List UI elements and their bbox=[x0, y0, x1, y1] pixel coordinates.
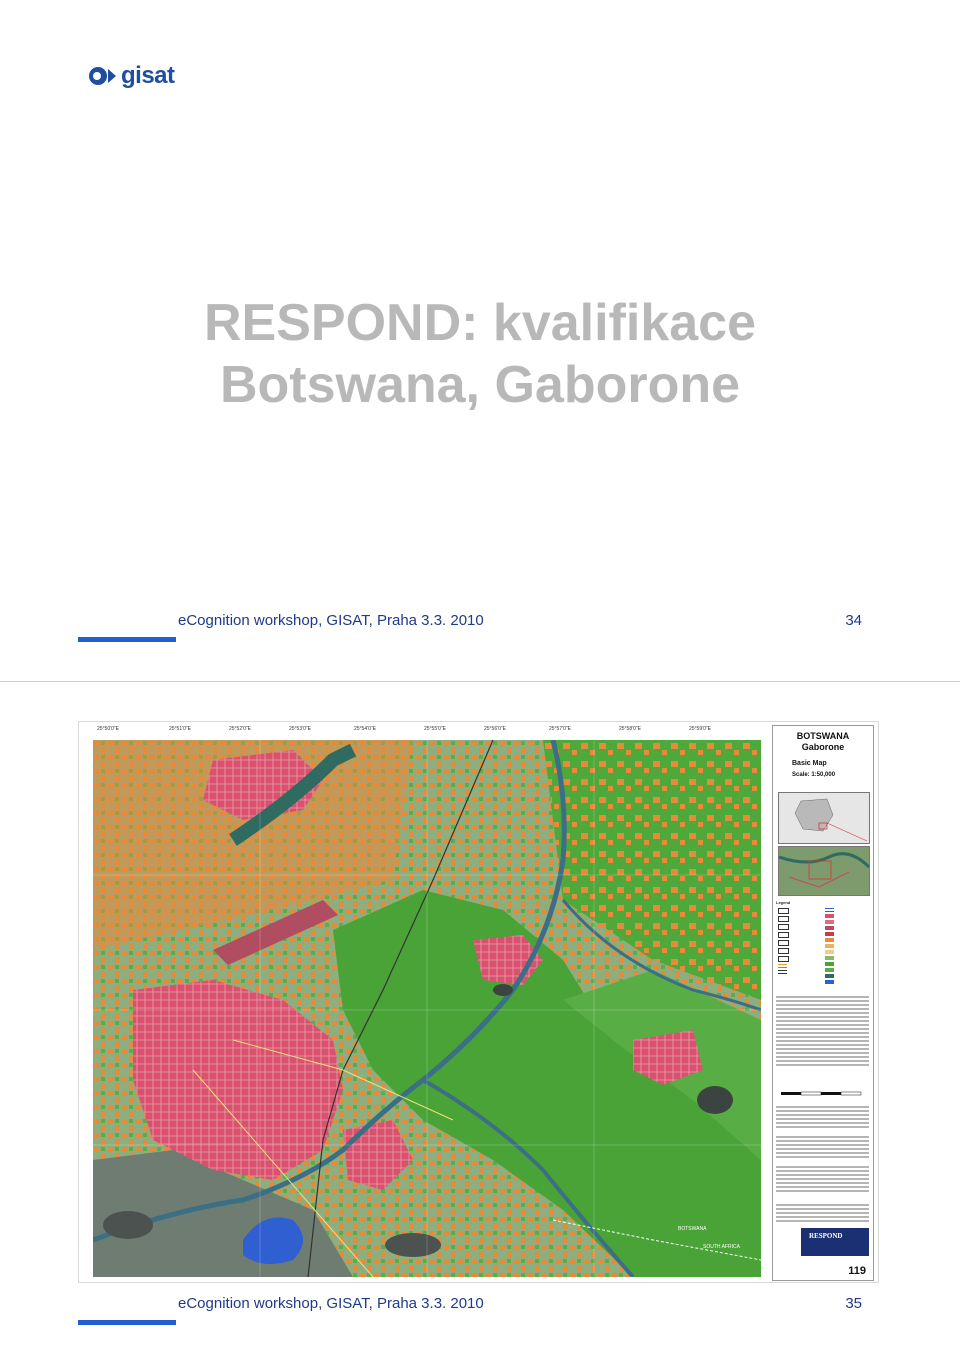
page-number: 35 bbox=[845, 1295, 862, 1312]
page-separator bbox=[0, 681, 960, 682]
map-legend-panel: BOTSWANA Gaborone Basic Map Scale: 1:50,… bbox=[772, 725, 874, 1281]
slide-title-line-2: Botswana, Gaborone bbox=[219, 356, 741, 414]
slide-34: gisat RESPOND: kvalifikace Botswana, Gab… bbox=[0, 0, 960, 681]
label-south-africa: SOUTH AFRICA bbox=[703, 1244, 741, 1250]
gisat-logo-icon bbox=[89, 67, 116, 85]
overview-map-inset bbox=[778, 846, 870, 896]
slide-35: 25°50'0"E 25°51'0"E 25°52'0"E 25°53'0"E … bbox=[0, 683, 960, 1367]
projection-info-block bbox=[776, 1106, 869, 1130]
label-botswana: BOTSWANA bbox=[678, 1226, 707, 1232]
disclaimer-block bbox=[776, 1204, 869, 1224]
interpretation-text-block bbox=[776, 996, 869, 1068]
locator-map-inset bbox=[778, 792, 870, 844]
legend-symbols-left bbox=[778, 908, 789, 974]
legend-city: Gaborone bbox=[801, 742, 845, 752]
legend-map-type: Basic Map bbox=[792, 760, 827, 767]
slide-title-line-1: RESPOND: kvalifikace bbox=[203, 294, 757, 352]
legend-country: BOTSWANA bbox=[796, 731, 850, 741]
footer-rule bbox=[78, 1320, 176, 1325]
map-figure: 25°50'0"E 25°51'0"E 25°52'0"E 25°53'0"E … bbox=[78, 721, 879, 1283]
slide-footer-text: eCognition workshop, GISAT, Praha 3.3. 2… bbox=[178, 1295, 484, 1312]
map-sheet-number: 119 bbox=[848, 1265, 866, 1277]
legend-symbols-right bbox=[825, 908, 834, 984]
respond-logo: RESPOND bbox=[801, 1228, 869, 1256]
footer-rule bbox=[78, 637, 176, 642]
respond-logo-text: RESPOND bbox=[809, 1232, 843, 1240]
credits-block bbox=[776, 1166, 869, 1194]
slide-footer-text: eCognition workshop, GISAT, Praha 3.3. 2… bbox=[178, 612, 484, 629]
satellite-info-block bbox=[776, 1136, 869, 1160]
logo-text: gisat bbox=[121, 62, 175, 89]
scale-bar bbox=[781, 1091, 862, 1096]
page-number: 34 bbox=[845, 612, 862, 629]
legend-heading: Legend bbox=[776, 900, 791, 905]
map-drawing: BOTSWANA SOUTH AFRICA bbox=[93, 740, 761, 1277]
gisat-logo: gisat bbox=[88, 62, 175, 89]
legend-scale: Scale: 1:50,000 bbox=[792, 772, 836, 778]
map-imagery: BOTSWANA SOUTH AFRICA bbox=[93, 740, 761, 1277]
